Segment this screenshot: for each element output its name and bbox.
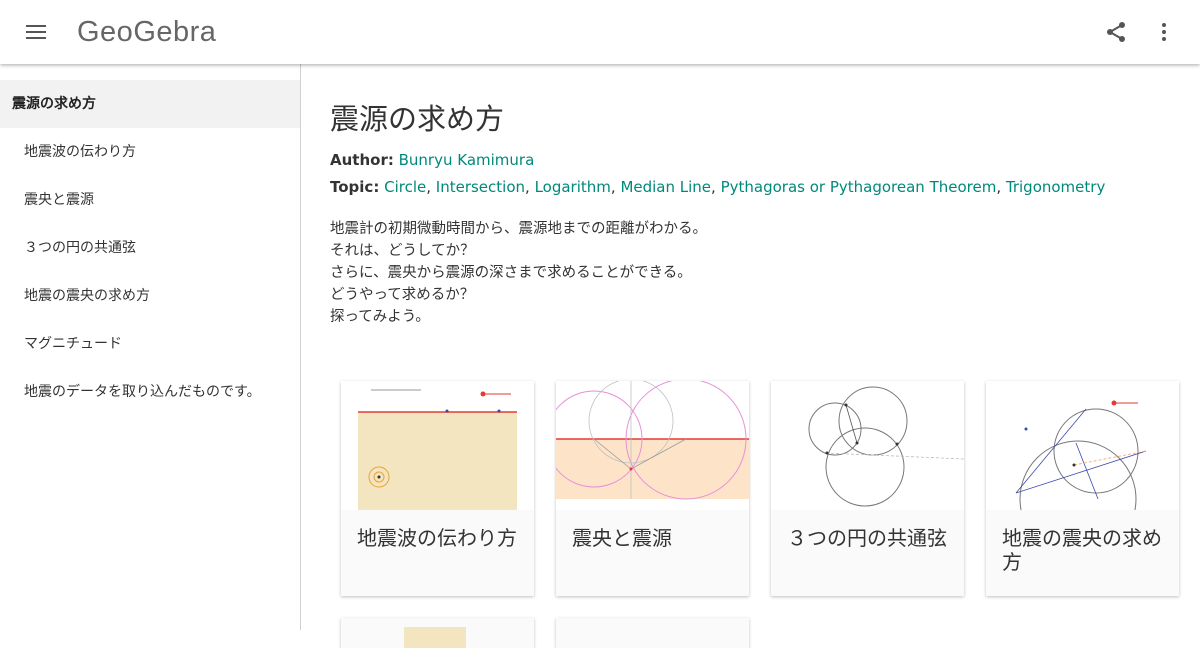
sidebar-item[interactable]: 地震波の伝わり方	[0, 128, 300, 176]
topic-link[interactable]: Median Line	[620, 178, 711, 196]
sidebar-item-label: 地震波の伝わり方	[24, 144, 136, 160]
activity-card[interactable]: 地震の震央の求め方	[986, 381, 1179, 596]
card-thumbnail	[341, 381, 534, 510]
activity-card[interactable]: ３つの円の共通弦	[771, 381, 964, 596]
card-title: 震央と震源	[572, 526, 672, 550]
sidebar-item[interactable]: 地震の震央の求め方	[0, 272, 300, 320]
menu-icon[interactable]	[20, 20, 52, 44]
topic-link[interactable]: Circle	[384, 178, 426, 196]
sidebar-item-label: マグニチュード	[24, 336, 122, 352]
activity-card[interactable]: 地震波の伝わり方	[341, 381, 534, 596]
description-line: 探ってみよう。	[330, 309, 430, 325]
activity-card[interactable]	[341, 618, 534, 648]
description-line: 地震計の初期微動時間から、震源地までの距離がわかる。	[330, 221, 707, 237]
sidebar-item-label: 震央と震源	[24, 192, 94, 208]
card-thumbnail	[404, 627, 466, 648]
topic-link[interactable]: Trigonometry	[1006, 178, 1105, 196]
sidebar-item[interactable]: 震央と震源	[0, 176, 300, 224]
card-thumbnail	[556, 381, 749, 510]
sidebar-item-active[interactable]: 震源の求め方	[0, 80, 300, 128]
card-title: 地震波の伝わり方	[357, 526, 517, 550]
activity-card[interactable]	[556, 618, 749, 648]
more-vert-icon[interactable]	[1152, 20, 1176, 44]
author-link[interactable]: Bunryu Kamimura	[399, 151, 535, 169]
card-thumbnail	[986, 381, 1179, 510]
card-thumbnail	[771, 381, 964, 510]
sidebar-item-label: ３つの円の共通弦	[24, 240, 136, 256]
sidebar-item-label: 地震のデータを取り込んだものです。	[24, 384, 261, 400]
geogebra-logo[interactable]: GeoGebra	[77, 14, 216, 50]
sidebar-item[interactable]: 地震のデータを取り込んだものです。	[0, 368, 300, 416]
sidebar-item[interactable]: ３つの円の共通弦	[0, 224, 300, 272]
card-title: 地震の震央の求め方	[1002, 526, 1162, 574]
topic-link[interactable]: Logarithm	[535, 178, 611, 196]
author-label: Author:	[330, 151, 394, 169]
sidebar-item[interactable]: マグニチュード	[0, 320, 300, 368]
sidebar-item-label: 地震の震央の求め方	[24, 288, 150, 304]
activity-card[interactable]: 震央と震源	[556, 381, 749, 596]
logo-text: GeoGebra	[77, 16, 217, 48]
description-line: どうやって求めるか？	[330, 287, 475, 303]
topic-line: Topic: Circle, Intersection, Logarithm, …	[330, 178, 1106, 196]
author-line: Author: Bunryu Kamimura	[330, 151, 534, 169]
chapter-sidebar: 震源の求め方 地震波の伝わり方 震央と震源 ３つの円の共通弦 地震の震央の求め方…	[0, 64, 301, 630]
topic-link[interactable]: Pythagoras or Pythagorean Theorem	[721, 178, 997, 196]
share-icon[interactable]	[1104, 20, 1128, 44]
description-line: それは、どうしてか？	[330, 243, 475, 259]
sidebar-item-label: 震源の求め方	[12, 96, 96, 112]
topic-label: Topic:	[330, 178, 380, 196]
card-title: ３つの円の共通弦	[787, 526, 947, 550]
description: 地震計の初期微動時間から、震源地までの距離がわかる。 それは、どうしてか？ さら…	[330, 218, 707, 328]
page-title: 震源の求め方	[330, 102, 505, 136]
topic-link[interactable]: Intersection	[436, 178, 525, 196]
description-line: さらに、震央から震源の深さまで求めることができる。	[330, 265, 692, 281]
top-app-bar: GeoGebra	[0, 0, 1200, 64]
